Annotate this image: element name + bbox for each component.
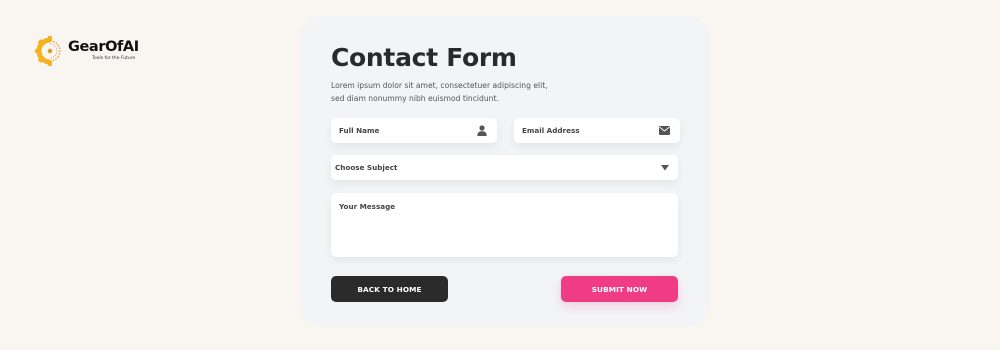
brand-logo: GearOfAI Tools for the Future (34, 35, 174, 71)
mail-icon (659, 126, 670, 135)
user-icon (477, 125, 487, 136)
email-input[interactable] (522, 118, 652, 143)
brand-name: GearOfAI (68, 39, 139, 55)
submit-button[interactable]: SUBMIT NOW (561, 276, 678, 302)
message-field (331, 193, 678, 257)
form-description: Lorem ipsum dolor sit amet, consectetuer… (331, 81, 548, 103)
back-to-home-button[interactable]: BACK TO HOME (331, 276, 448, 302)
brand-tagline: Tools for the Future (92, 56, 136, 61)
email-field (514, 118, 680, 143)
message-textarea[interactable] (339, 202, 669, 250)
gear-icon (35, 36, 61, 66)
caret-down-icon (661, 165, 669, 171)
form-title: Contact Form (331, 43, 517, 72)
full-name-field (331, 118, 497, 143)
full-name-input[interactable] (339, 118, 469, 143)
subject-select[interactable]: Choose Subject (335, 155, 655, 180)
contact-form-card: Contact Form Lorem ipsum dolor sit amet,… (300, 16, 710, 326)
subject-field: Choose Subject (331, 155, 678, 180)
